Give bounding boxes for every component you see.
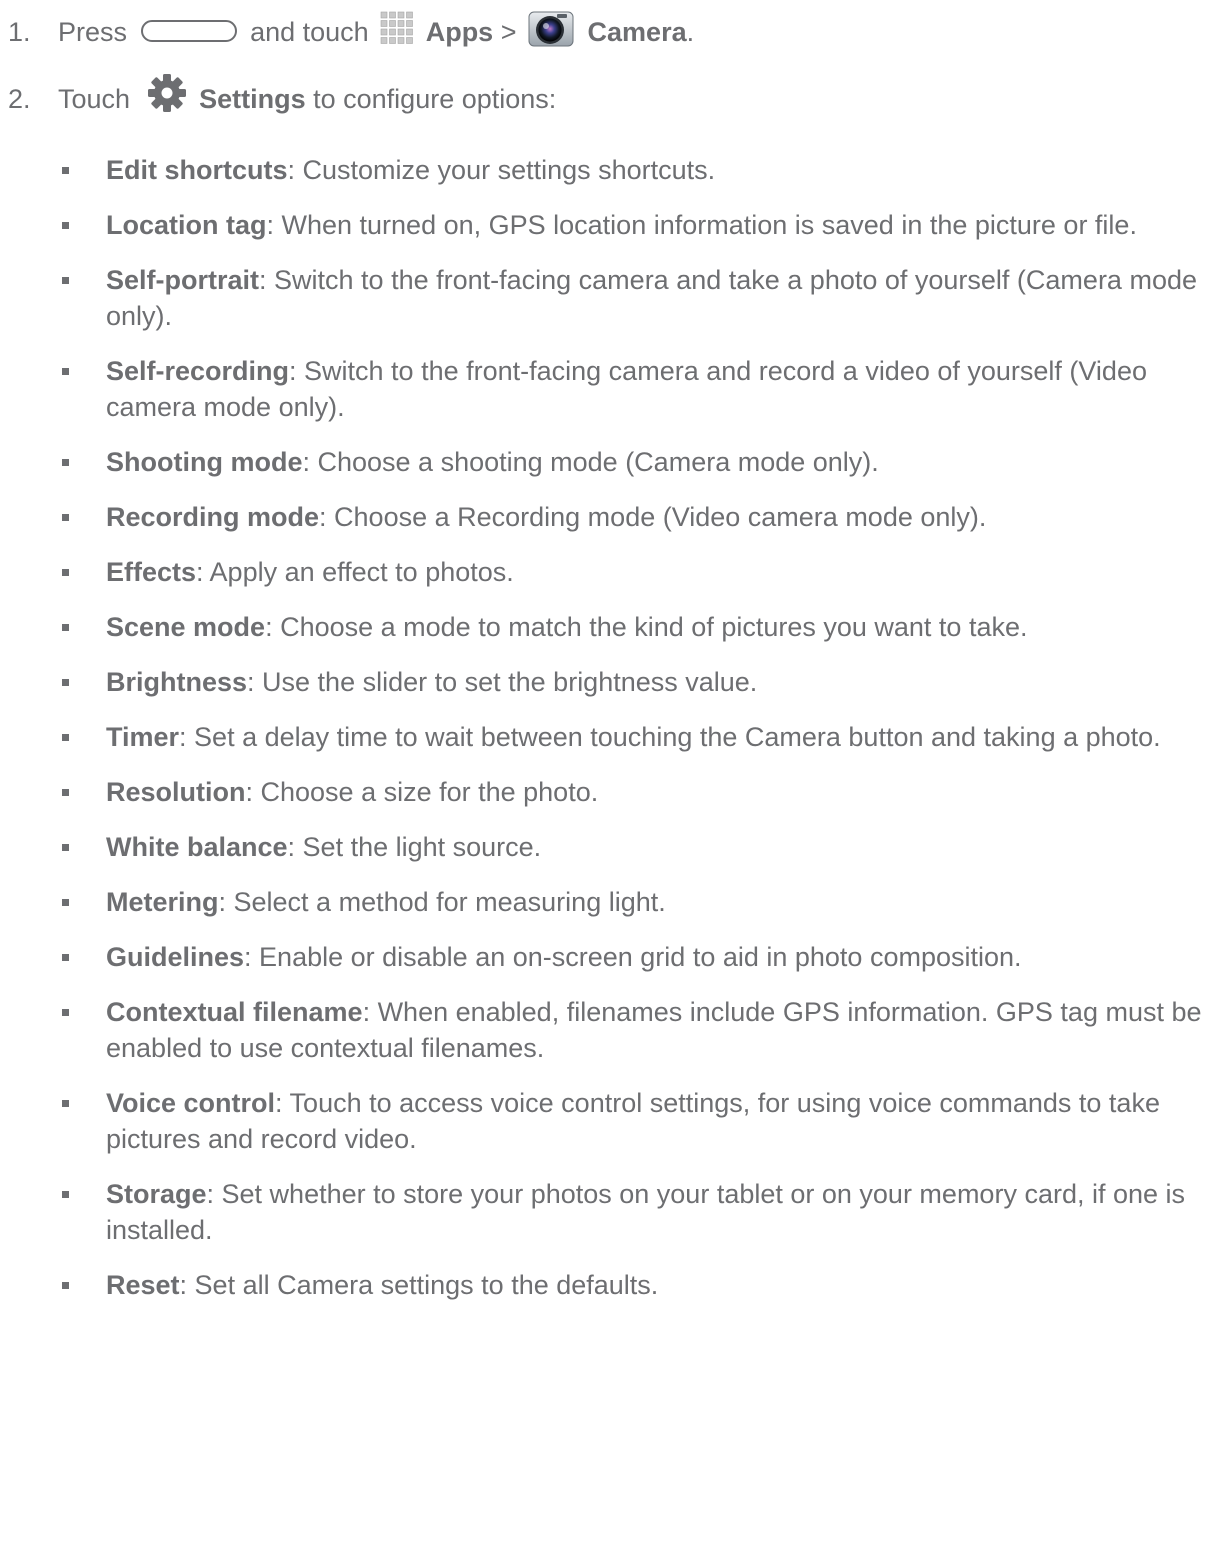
bullet-icon [62,789,69,796]
option-term: Voice control [106,1088,276,1118]
option-term: Reset [106,1270,180,1300]
camera-app-icon [528,9,574,47]
gear-icon [146,72,188,114]
bullet-icon [62,899,69,906]
apps-label: Apps [425,17,494,47]
bullet-icon [62,167,69,174]
option-description: : Set all Camera settings to the default… [179,1270,659,1300]
option-description: : Select a method for measuring light. [218,887,666,917]
option-term: Metering [106,887,219,917]
list-item: Storage: Set whether to store your photo… [60,1176,1210,1248]
bullet-icon [62,844,69,851]
bullet-icon [62,954,69,961]
step-number: 1. [8,17,31,47]
list-item: Guidelines: Enable or disable an on-scre… [60,939,1210,975]
bullet-icon [62,679,69,686]
option-term: Self-portrait [106,265,260,295]
list-item: Self-portrait: Switch to the front-facin… [60,262,1210,334]
option-description: : Set a delay time to wait between touch… [179,722,1161,752]
list-item: Shooting mode: Choose a shooting mode (C… [60,444,1210,480]
apps-grid-graphic [380,11,413,44]
bullet-icon [62,734,69,741]
bullet-icon [62,514,69,521]
option-term: Shooting mode [106,447,303,477]
bullet-icon [62,1191,69,1198]
step-text-touch: Touch [58,84,131,115]
step-2: 2. Touch Settings to configure options: [0,74,557,122]
option-term: Timer [106,722,180,752]
option-term: Storage [106,1179,207,1209]
list-item: Timer: Set a delay time to wait between … [60,719,1210,755]
home-key-icon [140,19,237,42]
list-item: Brightness: Use the slider to set the br… [60,664,1210,700]
option-term: Edit shortcuts [106,155,288,185]
option-term: Location tag [106,210,267,240]
bullet-icon [62,569,69,576]
bullet-icon [62,1009,69,1016]
step-number: 2. [8,84,31,115]
gear-graphic [147,74,186,112]
option-term: Guidelines [106,942,245,972]
list-item: Scene mode: Choose a mode to match the k… [60,609,1210,645]
document-page: 1. Press and touch Apps > Camera. 2. Tou… [0,0,1220,1568]
list-item: Reset: Set all Camera settings to the de… [60,1267,1210,1303]
list-item: Contextual filename: When enabled, filen… [60,994,1210,1066]
option-description: : Apply an effect to photos. [196,557,514,587]
list-item: Location tag: When turned on, GPS locati… [60,207,1210,243]
option-term: Contextual filename [106,997,363,1027]
option-term: Resolution [106,777,246,807]
option-description: : Customize your settings shortcuts. [287,155,716,185]
option-description: : Choose a mode to match the kind of pic… [265,612,1028,642]
bullet-icon [62,222,69,229]
step-text-rest: to configure options: [313,84,557,115]
settings-options-list: Edit shortcuts: Customize your settings … [60,152,1210,1322]
camera-app-graphic [528,11,574,47]
option-description: : Choose a size for the photo. [245,777,599,807]
step-1: 1. Press and touch Apps > Camera. [0,11,695,53]
step-end-period: . [686,17,695,47]
step-text-press: Press [58,17,128,47]
bullet-icon [62,368,69,375]
bullet-icon [62,277,69,284]
option-description: : When turned on, GPS location informati… [266,210,1137,240]
list-item: White balance: Set the light source. [60,829,1210,865]
list-item: Recording mode: Choose a Recording mode … [60,499,1210,535]
list-item: Self-recording: Switch to the front-faci… [60,353,1210,425]
option-description: : Set the light source. [287,832,542,862]
list-item: Edit shortcuts: Customize your settings … [60,152,1210,188]
bullet-icon [62,459,69,466]
option-description: : Choose a Recording mode (Video camera … [319,502,987,532]
list-item: Metering: Select a method for measuring … [60,884,1210,920]
option-description: : Use the slider to set the brightness v… [247,667,758,697]
option-term: Scene mode [106,612,266,642]
step-text-and-touch: and touch [250,17,369,47]
option-description: : Switch to the front-facing camera and … [106,265,1197,331]
option-term: Recording mode [106,502,320,532]
option-description: : Set whether to store your photos on yo… [106,1179,1186,1245]
bullet-icon [62,624,69,631]
option-description: : Choose a shooting mode (Camera mode on… [302,447,879,477]
option-term: White balance [106,832,288,862]
apps-grid-icon [380,11,414,45]
option-description: : Enable or disable an on-screen grid to… [244,942,1022,972]
list-item: Effects: Apply an effect to photos. [60,554,1210,590]
camera-label: Camera [587,17,687,47]
settings-label: Settings [199,84,306,115]
option-term: Self-recording [106,356,290,386]
option-term: Brightness [106,667,248,697]
list-item: Voice control: Touch to access voice con… [60,1085,1210,1157]
bullet-icon [62,1100,69,1107]
menu-separator: > [500,17,517,47]
list-item: Resolution: Choose a size for the photo. [60,774,1210,810]
option-term: Effects [106,557,197,587]
bullet-icon [62,1282,69,1289]
